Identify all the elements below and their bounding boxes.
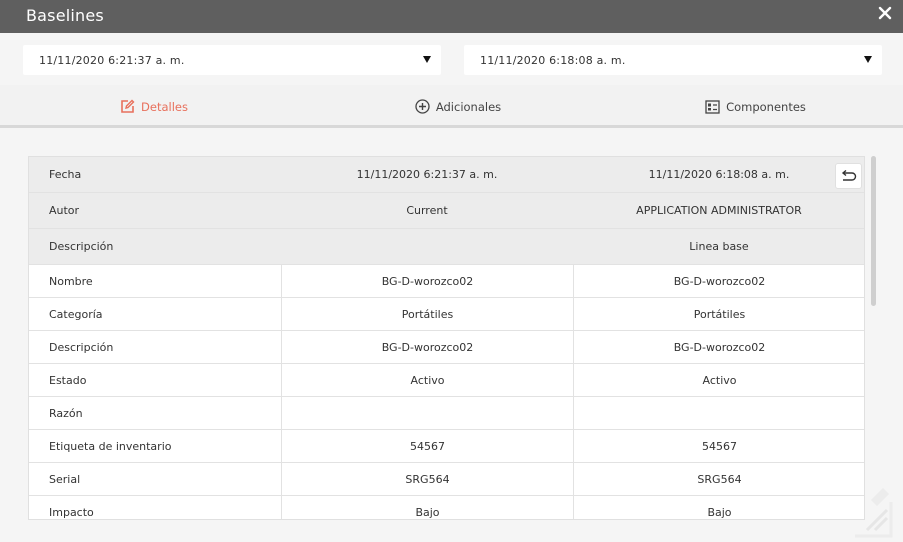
- row-label: Estado: [49, 373, 87, 387]
- row-label: Descripción: [49, 240, 114, 253]
- row-label: Fecha: [49, 168, 82, 181]
- row-value-a: BG-D-worozco02: [281, 331, 573, 363]
- title-bar: Baselines: [0, 0, 903, 33]
- baseline-select-left-value: 11/11/2020 6:21:37 a. m.: [39, 54, 185, 67]
- table-header-row: Autor Current APPLICATION ADMINISTRATOR: [29, 193, 864, 229]
- row-value-b: APPLICATION ADMINISTRATOR: [636, 204, 802, 217]
- row-value-b: 11/11/2020 6:18:08 a. m.: [648, 168, 790, 181]
- row-label: Autor: [49, 204, 80, 217]
- table-header-row: Descripción Linea base: [29, 229, 864, 265]
- baseline-select-right[interactable]: 11/11/2020 6:18:08 a. m.: [464, 45, 882, 75]
- close-icon[interactable]: [878, 6, 892, 20]
- table-row: Categoría Portátiles Portátiles: [29, 298, 864, 331]
- baseline-select-left[interactable]: 11/11/2020 6:21:37 a. m.: [23, 45, 441, 75]
- undo-icon: [841, 169, 857, 181]
- row-value-a: Activo: [281, 364, 573, 396]
- plus-circle-icon: [415, 99, 430, 114]
- row-value-a: Portátiles: [281, 298, 573, 330]
- row-value-a: 54567: [281, 430, 573, 462]
- table-row: Descripción BG-D-worozco02 BG-D-worozco0…: [29, 331, 864, 364]
- row-label: Categoría: [49, 307, 103, 321]
- baseline-selectors: 11/11/2020 6:21:37 a. m. 11/11/2020 6:18…: [0, 33, 903, 85]
- tab-detalles[interactable]: Detalles: [0, 85, 308, 131]
- row-value-a: SRG564: [281, 463, 573, 495]
- row-value-b: BG-D-worozco02: [573, 265, 864, 297]
- row-label: Impacto: [49, 505, 94, 519]
- table-row: Estado Activo Activo: [29, 364, 864, 397]
- row-label: Razón: [49, 406, 83, 420]
- tab-adicionales-label: Adicionales: [435, 99, 502, 114]
- table-row: Etiqueta de inventario 54567 54567: [29, 430, 864, 463]
- components-icon: [705, 99, 720, 114]
- row-value-b: SRG564: [573, 463, 864, 495]
- row-value-b: 54567: [573, 430, 864, 462]
- row-label: Nombre: [49, 274, 93, 288]
- row-value-a: Current: [406, 204, 448, 217]
- window-title: Baselines: [26, 6, 104, 25]
- edit-icon: [120, 99, 135, 114]
- table-row: Nombre BG-D-worozco02 BG-D-worozco02: [29, 265, 864, 298]
- row-label: Descripción: [49, 340, 114, 354]
- row-value-b: Linea base: [689, 240, 749, 253]
- table-row: Serial SRG564 SRG564: [29, 463, 864, 496]
- table-row: Impacto Bajo Bajo: [29, 496, 864, 519]
- comparison-table: Fecha 11/11/2020 6:21:37 a. m. 11/11/202…: [28, 156, 865, 520]
- row-value-b: Bajo: [573, 496, 864, 519]
- row-value-a: BG-D-worozco02: [281, 265, 573, 297]
- tab-detalles-label: Detalles: [141, 99, 188, 114]
- row-value-b: Portátiles: [573, 298, 864, 330]
- vertical-scrollbar[interactable]: [871, 156, 876, 306]
- row-value-a: 11/11/2020 6:21:37 a. m.: [356, 168, 498, 181]
- resize-corner-icon: [855, 488, 893, 538]
- table-header-row: Fecha 11/11/2020 6:21:37 a. m. 11/11/202…: [29, 157, 864, 193]
- tab-adicionales[interactable]: Adicionales: [308, 85, 608, 128]
- dropdown-caret-icon: [864, 56, 872, 63]
- row-value-a: [281, 229, 573, 264]
- row-value-a: [281, 397, 573, 429]
- row-label: Etiqueta de inventario: [49, 439, 172, 453]
- table-row: Razón: [29, 397, 864, 430]
- revert-button[interactable]: [835, 163, 862, 189]
- tab-componentes[interactable]: Componentes: [608, 85, 903, 128]
- details-panel: Fecha 11/11/2020 6:21:37 a. m. 11/11/202…: [0, 128, 903, 542]
- row-label: Serial: [49, 472, 81, 486]
- row-value-b: BG-D-worozco02: [573, 331, 864, 363]
- row-value-b: Activo: [573, 364, 864, 396]
- row-value-b: [573, 397, 864, 429]
- tab-bar: Detalles Adicionales Componentes: [0, 85, 903, 131]
- tab-componentes-label: Componentes: [726, 99, 806, 114]
- baseline-select-right-value: 11/11/2020 6:18:08 a. m.: [480, 54, 626, 67]
- dropdown-caret-icon: [423, 56, 431, 63]
- row-value-a: Bajo: [281, 496, 573, 519]
